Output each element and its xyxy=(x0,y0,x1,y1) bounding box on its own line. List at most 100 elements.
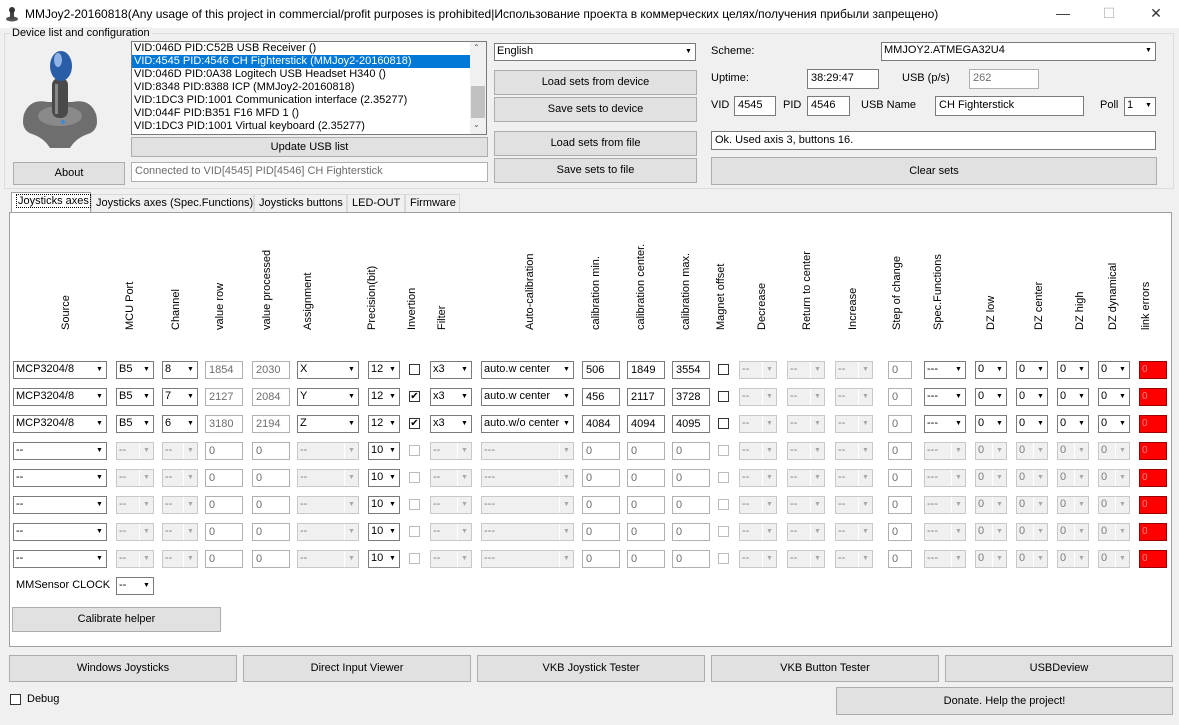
filter-select[interactable]: -- ▼ xyxy=(430,550,472,568)
dz-dynamical-select[interactable]: 0 ▼ xyxy=(1098,361,1130,379)
channel-select[interactable]: 8 ▼ xyxy=(162,361,198,379)
dz-dynamical-select[interactable]: 0 ▼ xyxy=(1098,496,1130,514)
vkb-button-tester-button[interactable]: VKB Button Tester xyxy=(711,655,939,682)
calibration-center-field[interactable]: 0 xyxy=(627,550,665,568)
dz-center-select[interactable]: 0 ▼ xyxy=(1016,415,1048,433)
assignment-select[interactable]: Z ▼ xyxy=(297,415,359,433)
filter-select[interactable]: x3 ▼ xyxy=(430,415,472,433)
calibration-max-field[interactable]: 3728 xyxy=(672,388,710,406)
minimize-button[interactable]: — xyxy=(1040,0,1086,28)
precision-select[interactable]: 10 ▼ xyxy=(368,523,400,541)
return-to-center-select[interactable]: -- ▼ xyxy=(787,361,825,379)
dz-dynamical-select[interactable]: 0 ▼ xyxy=(1098,442,1130,460)
vkb-joystick-tester-button[interactable]: VKB Joystick Tester xyxy=(477,655,705,682)
device-list-item[interactable]: VID:046D PID:0A38 Logitech USB Headset H… xyxy=(132,68,486,81)
auto-calibration-select[interactable]: --- ▼ xyxy=(481,442,574,460)
filter-select[interactable]: x3 ▼ xyxy=(430,361,472,379)
return-to-center-select[interactable]: -- ▼ xyxy=(787,388,825,406)
calibration-center-field[interactable]: 4094 xyxy=(627,415,665,433)
calibrate-helper-button[interactable]: Calibrate helper xyxy=(12,607,221,632)
precision-select[interactable]: 10 ▼ xyxy=(368,496,400,514)
dz-high-select[interactable]: 0 ▼ xyxy=(1057,523,1089,541)
calibration-min-field[interactable]: 506 xyxy=(582,361,620,379)
filter-select[interactable]: -- ▼ xyxy=(430,469,472,487)
magnet-offset-checkbox[interactable] xyxy=(718,499,729,510)
increase-select[interactable]: -- ▼ xyxy=(835,523,873,541)
device-list-item[interactable]: VID:8348 PID:8388 ICP (MMJoy2-20160818) xyxy=(132,81,486,94)
windows-joysticks-button[interactable]: Windows Joysticks xyxy=(9,655,237,682)
return-to-center-select[interactable]: -- ▼ xyxy=(787,496,825,514)
mcu-port-select[interactable]: -- ▼ xyxy=(116,550,154,568)
filter-select[interactable]: x3 ▼ xyxy=(430,388,472,406)
precision-select[interactable]: 10 ▼ xyxy=(368,442,400,460)
calibration-max-field[interactable]: 0 xyxy=(672,442,710,460)
dz-low-select[interactable]: 0 ▼ xyxy=(975,469,1007,487)
language-select[interactable]: English ▼ xyxy=(494,43,696,61)
invertion-checkbox[interactable] xyxy=(409,364,420,375)
assignment-select[interactable]: X ▼ xyxy=(297,361,359,379)
return-to-center-select[interactable]: -- ▼ xyxy=(787,469,825,487)
return-to-center-select[interactable]: -- ▼ xyxy=(787,415,825,433)
tab-joysticks-axes-spec[interactable]: Joysticks axes (Spec.Functions) xyxy=(91,194,254,213)
source-select[interactable]: MCP3204/8 ▼ xyxy=(13,361,107,379)
scroll-thumb[interactable] xyxy=(471,86,485,118)
dz-high-select[interactable]: 0 ▼ xyxy=(1057,469,1089,487)
tab-joysticks-buttons[interactable]: Joysticks buttons xyxy=(254,194,347,213)
source-select[interactable]: -- ▼ xyxy=(13,496,107,514)
magnet-offset-checkbox[interactable] xyxy=(718,445,729,456)
calibration-min-field[interactable]: 4084 xyxy=(582,415,620,433)
return-to-center-select[interactable]: -- ▼ xyxy=(787,550,825,568)
close-button[interactable]: ✕ xyxy=(1133,0,1179,28)
calibration-max-field[interactable]: 4095 xyxy=(672,415,710,433)
assignment-select[interactable]: Y ▼ xyxy=(297,388,359,406)
increase-select[interactable]: -- ▼ xyxy=(835,469,873,487)
channel-select[interactable]: -- ▼ xyxy=(162,469,198,487)
usbdeview-button[interactable]: USBDeview xyxy=(945,655,1173,682)
dz-low-select[interactable]: 0 ▼ xyxy=(975,361,1007,379)
mcu-port-select[interactable]: -- ▼ xyxy=(116,496,154,514)
device-list-item[interactable]: VID:1DC3 PID:1001 Virtual keyboard (2.35… xyxy=(132,120,486,133)
decrease-select[interactable]: -- ▼ xyxy=(739,361,777,379)
debug-checkbox[interactable] xyxy=(10,694,21,705)
poll-select[interactable]: 1 ▼ xyxy=(1124,97,1156,116)
dz-dynamical-select[interactable]: 0 ▼ xyxy=(1098,523,1130,541)
dz-dynamical-select[interactable]: 0 ▼ xyxy=(1098,415,1130,433)
calibration-center-field[interactable]: 0 xyxy=(627,496,665,514)
calibration-min-field[interactable]: 0 xyxy=(582,523,620,541)
auto-calibration-select[interactable]: --- ▼ xyxy=(481,550,574,568)
calibration-center-field[interactable]: 0 xyxy=(627,442,665,460)
tab-joysticks-axes[interactable]: Joysticks axes xyxy=(11,192,91,213)
calibration-min-field[interactable]: 0 xyxy=(582,469,620,487)
invertion-checkbox[interactable] xyxy=(409,553,420,564)
pid-field[interactable]: 4546 xyxy=(807,96,850,116)
channel-select[interactable]: -- ▼ xyxy=(162,496,198,514)
calibration-max-field[interactable]: 0 xyxy=(672,523,710,541)
decrease-select[interactable]: -- ▼ xyxy=(739,469,777,487)
calibration-max-field[interactable]: 3554 xyxy=(672,361,710,379)
source-select[interactable]: -- ▼ xyxy=(13,442,107,460)
invertion-checkbox[interactable] xyxy=(409,472,420,483)
direct-input-viewer-button[interactable]: Direct Input Viewer xyxy=(243,655,471,682)
decrease-select[interactable]: -- ▼ xyxy=(739,496,777,514)
magnet-offset-checkbox[interactable] xyxy=(718,472,729,483)
mcu-port-select[interactable]: -- ▼ xyxy=(116,442,154,460)
save-to-device-button[interactable]: Save sets to device xyxy=(494,97,697,122)
dz-center-select[interactable]: 0 ▼ xyxy=(1016,361,1048,379)
increase-select[interactable]: -- ▼ xyxy=(835,550,873,568)
auto-calibration-select[interactable]: auto.w center ▼ xyxy=(481,361,574,379)
calibration-center-field[interactable]: 0 xyxy=(627,469,665,487)
calibration-min-field[interactable]: 0 xyxy=(582,550,620,568)
mmsensor-select[interactable]: -- ▼ xyxy=(116,577,154,595)
spec-functions-select[interactable]: --- ▼ xyxy=(924,523,966,541)
spec-functions-select[interactable]: --- ▼ xyxy=(924,550,966,568)
load-from-device-button[interactable]: Load sets from device xyxy=(494,70,697,95)
dz-center-select[interactable]: 0 ▼ xyxy=(1016,523,1048,541)
decrease-select[interactable]: -- ▼ xyxy=(739,415,777,433)
auto-calibration-select[interactable]: auto.w/o center ▼ xyxy=(481,415,574,433)
dz-low-select[interactable]: 0 ▼ xyxy=(975,415,1007,433)
dz-low-select[interactable]: 0 ▼ xyxy=(975,550,1007,568)
increase-select[interactable]: -- ▼ xyxy=(835,388,873,406)
spec-functions-select[interactable]: --- ▼ xyxy=(924,388,966,406)
channel-select[interactable]: 7 ▼ xyxy=(162,388,198,406)
magnet-offset-checkbox[interactable] xyxy=(718,391,729,402)
